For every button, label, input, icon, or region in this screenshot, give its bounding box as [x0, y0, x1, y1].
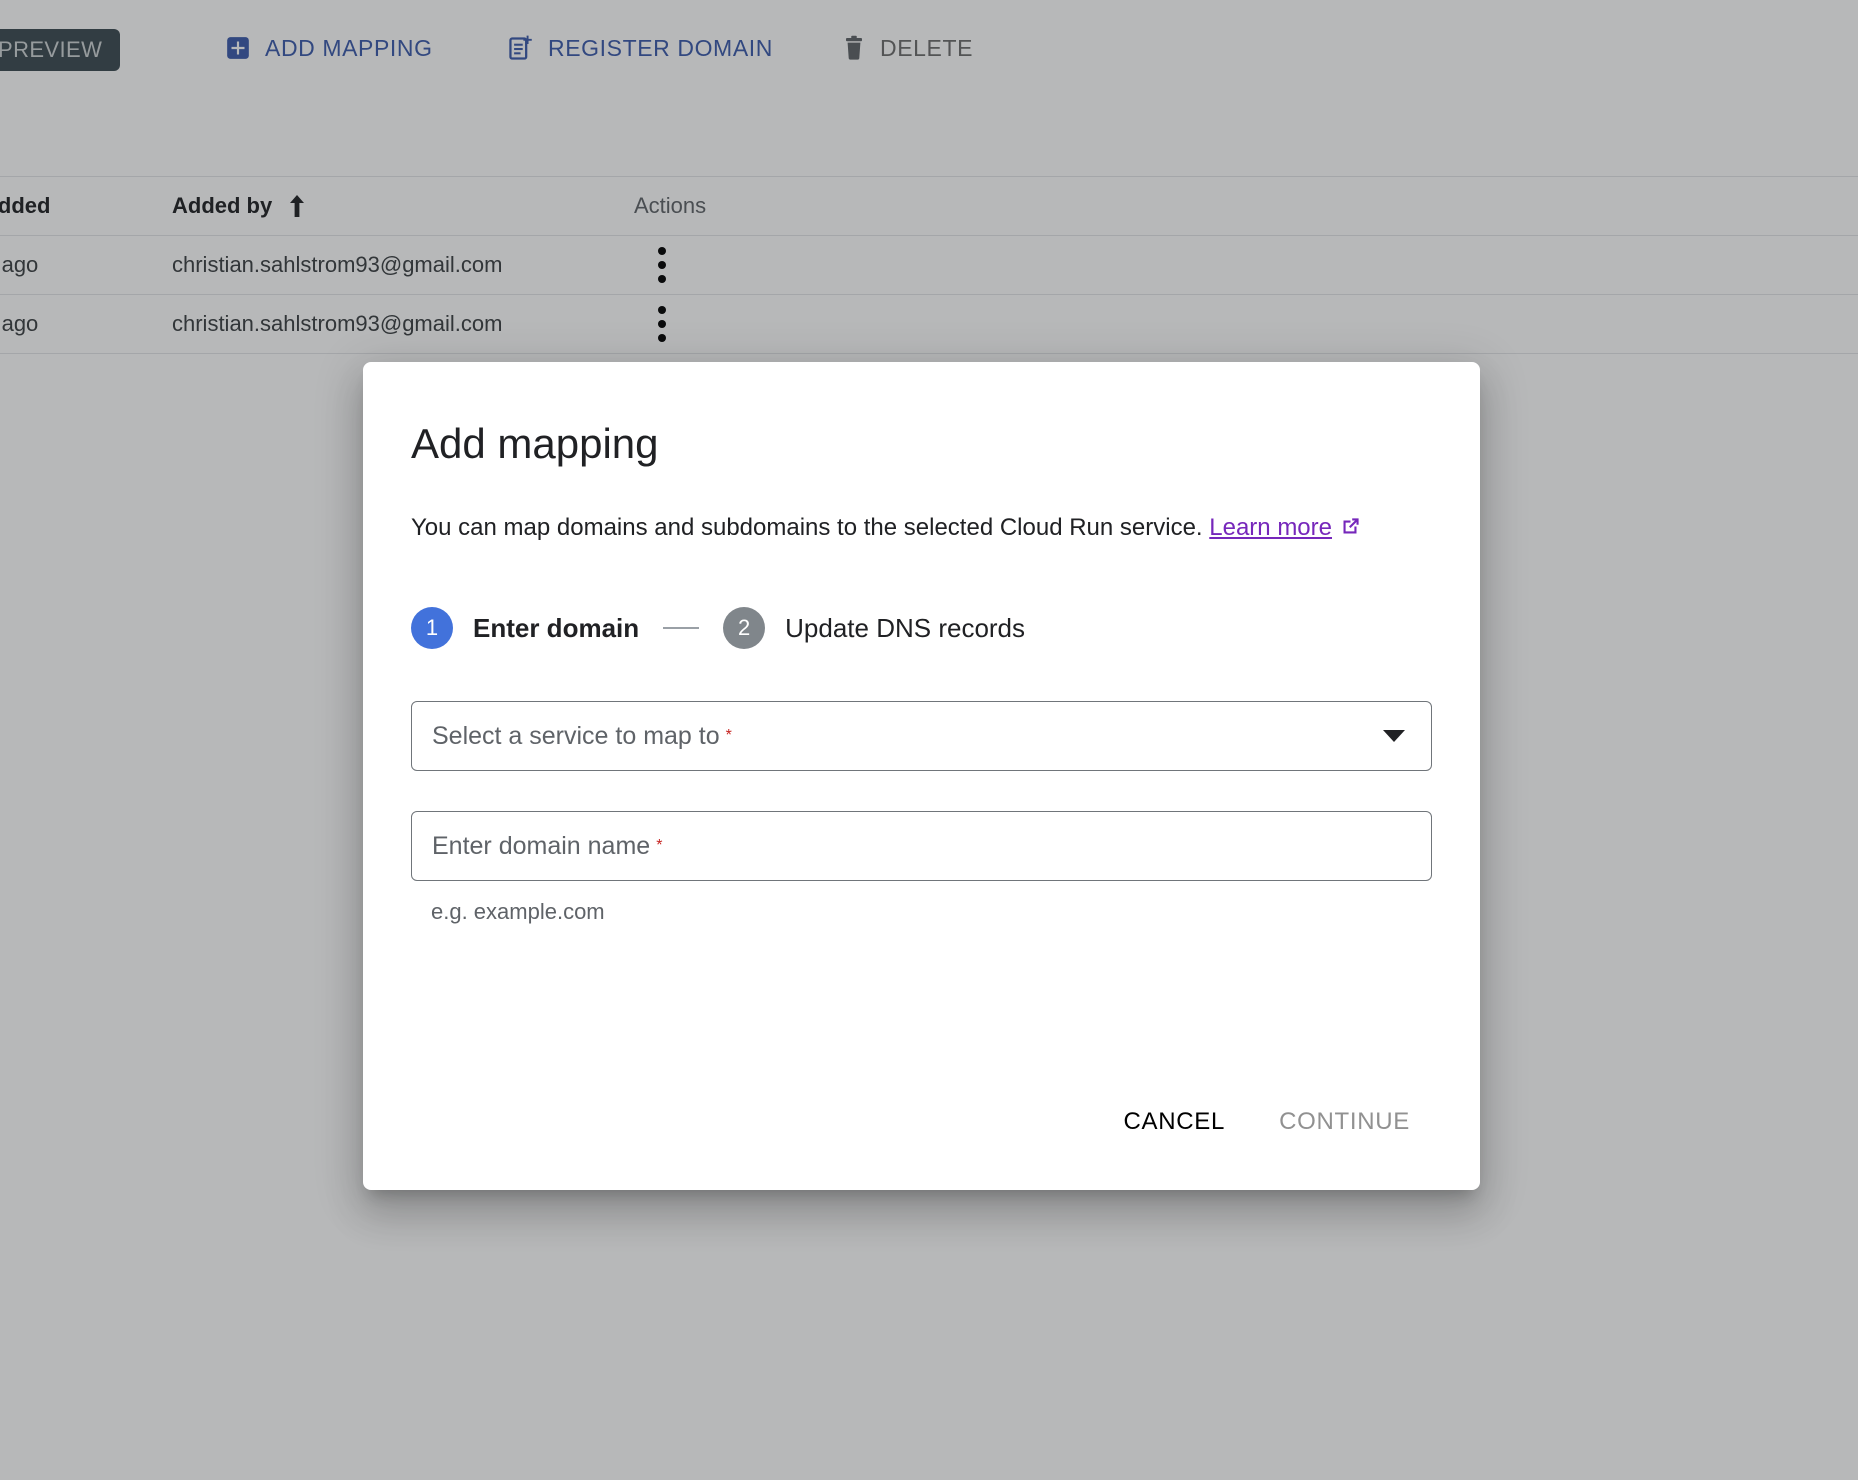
service-select-required-marker: *: [725, 727, 732, 745]
step-1-label: Enter domain: [473, 612, 640, 643]
dialog-title: Add mapping: [411, 420, 659, 467]
dialog-stepper: 1 Enter domain 2 Update DNS records: [411, 547, 1432, 650]
cancel-button[interactable]: CANCEL: [1102, 1094, 1248, 1150]
domain-name-hint: e.g. example.com: [431, 899, 605, 925]
service-select-label: Select a service to map to: [432, 721, 720, 750]
learn-more-link[interactable]: Learn more: [1209, 514, 1332, 541]
domain-name-required-marker: *: [656, 837, 663, 855]
dialog-actions: CANCEL CONTINUE: [1102, 1094, 1433, 1150]
step-1-number: 1: [411, 607, 453, 650]
add-mapping-dialog: Add mapping You can map domains and subd…: [363, 362, 1480, 1190]
domain-name-input-label: Enter domain name: [432, 831, 651, 860]
open-in-new-icon[interactable]: [1339, 517, 1363, 544]
chevron-down-icon: [1383, 730, 1405, 743]
service-select[interactable]: Select a service to map to *: [411, 701, 1432, 772]
learn-more-label: Learn more: [1209, 514, 1332, 541]
step-connector: [663, 627, 700, 630]
dialog-description: You can map domains and subdomains to th…: [411, 468, 1432, 547]
continue-button[interactable]: CONTINUE: [1257, 1094, 1432, 1150]
step-2-number: 2: [723, 607, 766, 650]
dialog-description-text: You can map domains and subdomains to th…: [411, 514, 1203, 541]
domain-name-input[interactable]: Enter domain name *: [411, 811, 1432, 882]
step-2-label: Update DNS records: [785, 612, 1026, 643]
